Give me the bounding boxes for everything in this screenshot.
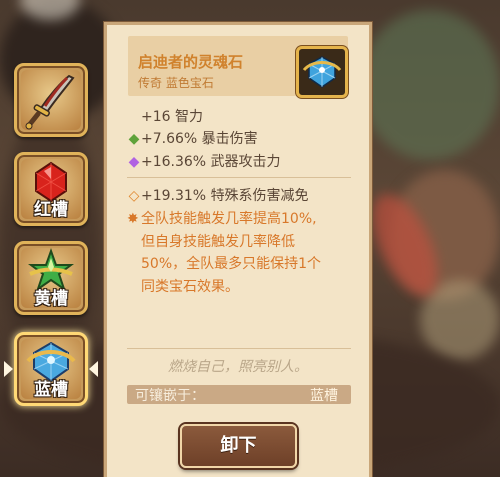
stat-secondary: ◆ +16.36% 武器攻击力 bbox=[128, 154, 281, 170]
gem-rarity-type: 传奇 蓝色宝石 bbox=[138, 76, 214, 90]
star-icon: ✸ bbox=[127, 211, 139, 227]
gem-effect-description: ✸ 全队技能触发几率提高10%, 但自身技能触发几率降低 50%，全队最多只能保… bbox=[127, 208, 357, 298]
effect-line: 50%，全队最多只能保持1个 bbox=[141, 256, 322, 272]
slot-label: 黄槽 bbox=[34, 289, 68, 309]
orange-diamond-outline-icon: ◇ bbox=[128, 188, 140, 204]
unequip-button[interactable]: 卸下 bbox=[180, 424, 297, 468]
divider bbox=[127, 177, 351, 178]
effect-line: 同类宝石效果。 bbox=[141, 278, 239, 295]
selection-arrow-right bbox=[89, 361, 98, 377]
stat-secondary: ◆ +7.66% 暴击伤害 bbox=[128, 131, 258, 147]
effect-line: 全队技能触发几率提高10%, bbox=[141, 211, 317, 227]
socket-label: 可镶嵌于： bbox=[135, 388, 205, 404]
slot-label: 红槽 bbox=[34, 200, 68, 220]
slot-label: 蓝槽 bbox=[34, 380, 68, 400]
green-diamond-icon: ◆ bbox=[128, 131, 140, 147]
blue-gem-icon bbox=[302, 56, 342, 88]
purple-diamond-icon: ◆ bbox=[128, 154, 140, 170]
slot-blue[interactable]: 蓝槽 bbox=[14, 332, 88, 406]
slot-red[interactable]: 红槽 bbox=[14, 152, 88, 226]
stat-base: +16 智力 bbox=[141, 109, 203, 125]
sword-icon bbox=[25, 74, 75, 130]
stat-special: ◇ +19.31% 特殊系伤害减免 bbox=[128, 188, 309, 204]
gem-name: 启迪者的灵魂石 bbox=[138, 53, 244, 71]
socket-value: 蓝槽 bbox=[310, 388, 338, 404]
slot-weapon[interactable] bbox=[14, 63, 88, 137]
gem-portrait bbox=[296, 46, 348, 98]
slot-yellow[interactable]: 黄槽 bbox=[14, 241, 88, 315]
effect-line: 但自身技能触发几率降低 bbox=[141, 233, 295, 250]
flavor-text: 燃烧自己，照亮别人。 bbox=[168, 359, 308, 375]
selection-arrow-left bbox=[4, 361, 13, 377]
divider bbox=[127, 348, 351, 349]
